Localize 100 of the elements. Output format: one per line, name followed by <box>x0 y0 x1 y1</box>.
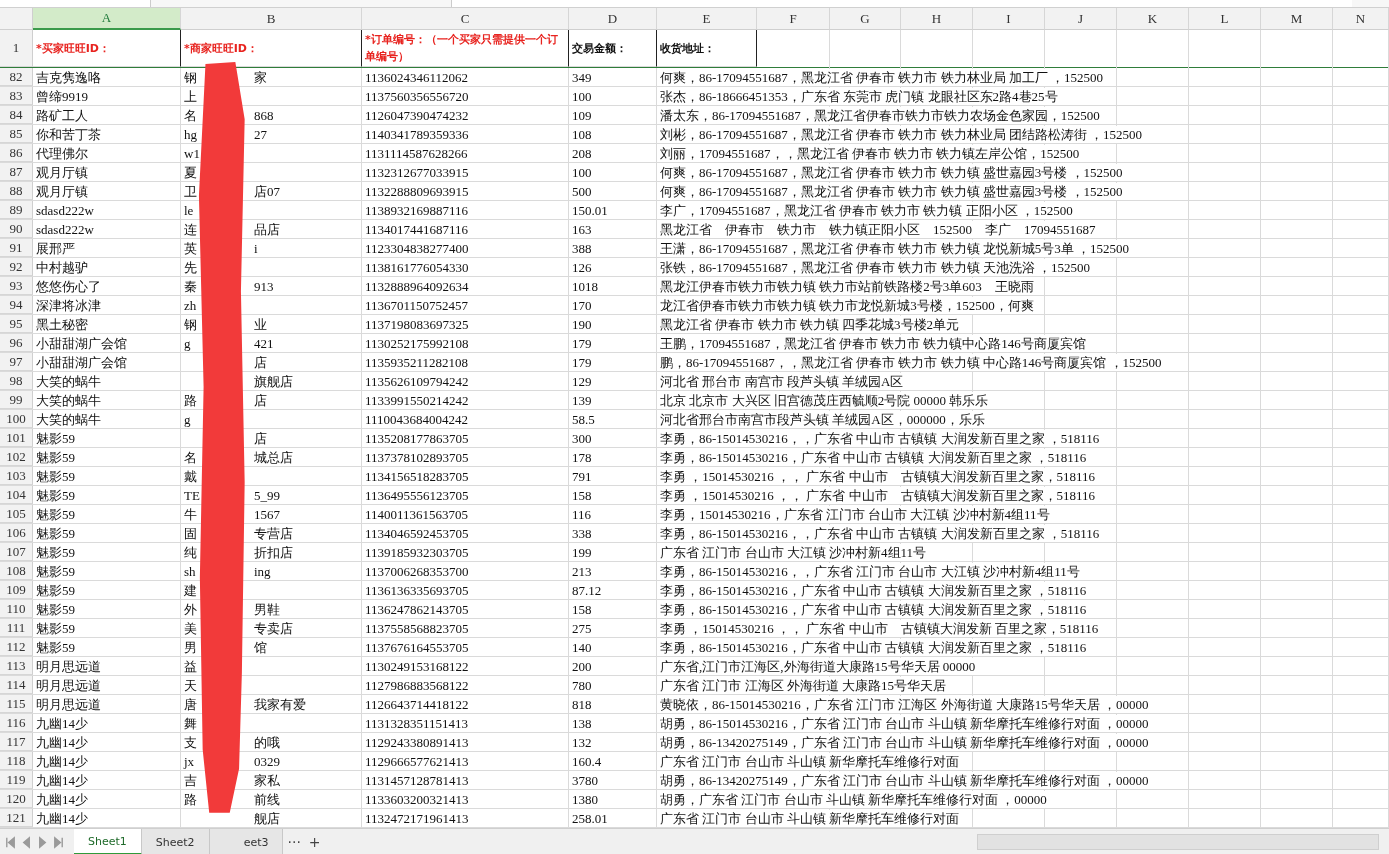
row-number[interactable]: 111 <box>0 619 33 637</box>
column-title: 收货地址： <box>660 40 715 57</box>
row-number[interactable]: 117 <box>0 733 33 751</box>
first-sheet-icon[interactable] <box>4 835 17 849</box>
table-cell: 1137198083697325 <box>365 315 469 333</box>
table-cell: ing <box>254 562 271 580</box>
table-cell: 58.5 <box>572 410 595 428</box>
row-number[interactable]: 115 <box>0 695 33 713</box>
column-header[interactable]: M <box>1261 8 1333 30</box>
row-number[interactable]: 103 <box>0 467 33 485</box>
column-header[interactable]: D <box>569 8 657 30</box>
more-sheets-button[interactable]: ··· <box>283 829 305 854</box>
row-number[interactable]: 96 <box>0 334 33 352</box>
table-cell: 观月厅镇 <box>36 182 88 200</box>
table-cell: 116 <box>572 505 592 523</box>
row-number[interactable]: 102 <box>0 448 33 466</box>
table-cell: 胡勇，86-13420275149，广东省 江门市 台山市 斗山镇 新华摩托车维修行对面 ，00000 <box>660 733 1149 751</box>
table-cell: 益 <box>184 657 197 675</box>
column-title: *商家旺旺ID： <box>184 40 258 57</box>
row-number[interactable]: 98 <box>0 372 33 390</box>
sheet-tab[interactable]: eet3 <box>209 829 284 854</box>
row-number[interactable]: 87 <box>0 163 33 181</box>
table-cell: 馆 <box>254 638 267 656</box>
column-header[interactable]: B <box>181 8 362 30</box>
row-number[interactable]: 88 <box>0 182 33 200</box>
row-number[interactable]: 119 <box>0 771 33 789</box>
row-number[interactable]: 109 <box>0 581 33 599</box>
row-number[interactable]: 113 <box>0 657 33 675</box>
next-sheet-icon[interactable] <box>36 835 49 849</box>
table-cell: 固 <box>184 524 197 542</box>
column-header[interactable]: J <box>1045 8 1117 30</box>
table-cell: 160.4 <box>572 752 602 770</box>
sheet-tab[interactable]: Sheet1 <box>74 829 142 854</box>
row-number[interactable]: 86 <box>0 144 33 162</box>
table-cell: 专卖店 <box>254 619 293 637</box>
row-number[interactable]: 121 <box>0 809 33 827</box>
row-number[interactable]: 83 <box>0 87 33 105</box>
column-header[interactable]: C <box>362 8 569 30</box>
row-number[interactable]: 85 <box>0 125 33 143</box>
table-cell: 大笑的蜗牛 <box>36 391 101 409</box>
table-cell: sdasd222w <box>36 201 94 219</box>
table-cell: 李勇，86-15014530216，，广东省 中山市 古镇镇 大润发新百里之家 ，518116 <box>660 524 1100 542</box>
table-cell: 1136495556123705 <box>365 486 469 504</box>
row-number[interactable]: 120 <box>0 790 33 808</box>
column-header[interactable]: I <box>973 8 1045 30</box>
table-cell: 钢 <box>184 315 197 333</box>
column-header[interactable]: G <box>830 8 901 30</box>
table-cell: 1131328351151413 <box>365 714 469 732</box>
last-sheet-icon[interactable] <box>52 835 65 849</box>
table-cell: 5_99 <box>254 486 280 504</box>
row-number[interactable]: 107 <box>0 543 33 561</box>
sheet-tab[interactable]: Sheet2 <box>141 829 210 854</box>
row-number[interactable]: 92 <box>0 258 33 276</box>
row-number[interactable]: 89 <box>0 201 33 219</box>
add-sheet-button[interactable]: + <box>304 829 325 854</box>
row-number[interactable]: 101 <box>0 429 33 447</box>
column-header[interactable]: A <box>33 8 181 30</box>
table-cell: 潘太东，86-17094551687，黑龙江省伊春市铁力市铁力农场金色家园，152500 <box>660 106 1100 124</box>
row-number[interactable]: 94 <box>0 296 33 314</box>
row-number[interactable]: 84 <box>0 106 33 124</box>
column-header[interactable]: F <box>757 8 830 30</box>
row-number[interactable]: 90 <box>0 220 33 238</box>
table-cell: 专营店 <box>254 524 293 542</box>
table-cell: 1137558568823705 <box>365 619 469 637</box>
table-cell: 舞 <box>184 714 197 732</box>
row-number[interactable]: 112 <box>0 638 33 656</box>
column-header[interactable]: E <box>657 8 757 30</box>
column-header[interactable]: N <box>1333 8 1389 30</box>
row-number[interactable]: 116 <box>0 714 33 732</box>
column-header[interactable]: K <box>1117 8 1189 30</box>
table-cell: 1123304838277400 <box>365 239 469 257</box>
row-number[interactable]: 118 <box>0 752 33 770</box>
table-cell: 349 <box>572 68 592 86</box>
table-cell: 126 <box>572 258 592 276</box>
row-number[interactable]: 108 <box>0 562 33 580</box>
table-cell: 100 <box>572 163 592 181</box>
row-number[interactable]: 106 <box>0 524 33 542</box>
row-number[interactable]: 93 <box>0 277 33 295</box>
column-header[interactable]: L <box>1189 8 1261 30</box>
table-cell: 张铁，86-17094551687，黑龙江省 伊春市 铁力市 铁力镇 天池洗浴 ，152500 <box>660 258 1091 276</box>
previous-sheet-icon[interactable] <box>20 835 33 849</box>
table-cell: 109 <box>572 106 592 124</box>
row-number[interactable]: 97 <box>0 353 33 371</box>
horizontal-scrollbar[interactable] <box>977 834 1379 850</box>
table-cell: 广东省,江门市江海区,外海街道大康路15号华天居 00000 <box>660 657 976 675</box>
table-cell: 品店 <box>254 220 280 238</box>
row-number[interactable]: 114 <box>0 676 33 694</box>
table-cell: 170 <box>572 296 592 314</box>
row-number[interactable]: 95 <box>0 315 33 333</box>
table-cell: 27 <box>254 125 267 143</box>
row-number[interactable]: 91 <box>0 239 33 257</box>
table-cell: 魅影59 <box>36 429 75 447</box>
row-number[interactable]: 82 <box>0 68 33 86</box>
column-header[interactable]: H <box>901 8 973 30</box>
row-number[interactable]: 104 <box>0 486 33 504</box>
row-number[interactable]: 105 <box>0 505 33 523</box>
row-number[interactable]: 110 <box>0 600 33 618</box>
row-number[interactable]: 1 <box>0 30 33 67</box>
row-number[interactable]: 100 <box>0 410 33 428</box>
row-number[interactable]: 99 <box>0 391 33 409</box>
